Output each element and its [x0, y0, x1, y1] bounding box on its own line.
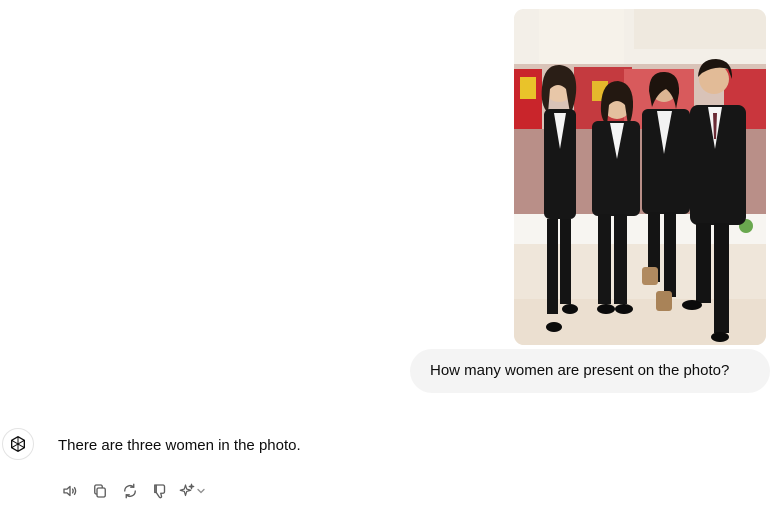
read-aloud-button[interactable] — [58, 479, 82, 503]
copy-button[interactable] — [88, 479, 112, 503]
message-action-bar — [58, 479, 210, 503]
bad-response-button[interactable] — [148, 479, 172, 503]
group-photo-image — [514, 9, 766, 345]
thumbs-down-icon — [154, 484, 166, 499]
refresh-icon — [124, 483, 136, 499]
user-message-bubble: How many women are present on the photo? — [410, 349, 770, 393]
user-message-text: How many women are present on the photo? — [430, 362, 730, 379]
assistant-avatar — [2, 428, 34, 460]
chevron-down-icon — [197, 488, 205, 494]
regenerate-button[interactable] — [118, 479, 142, 503]
user-uploaded-photo[interactable] — [514, 9, 766, 345]
chat-page: How many women are present on the photo?… — [0, 0, 778, 510]
speaker-icon — [63, 485, 77, 497]
change-model-button[interactable] — [178, 479, 210, 503]
sparkle-icon — [179, 483, 195, 497]
copy-icon — [94, 484, 106, 498]
assistant-message-text: There are three women in the photo. — [58, 437, 301, 454]
openai-logo-icon — [11, 436, 26, 452]
